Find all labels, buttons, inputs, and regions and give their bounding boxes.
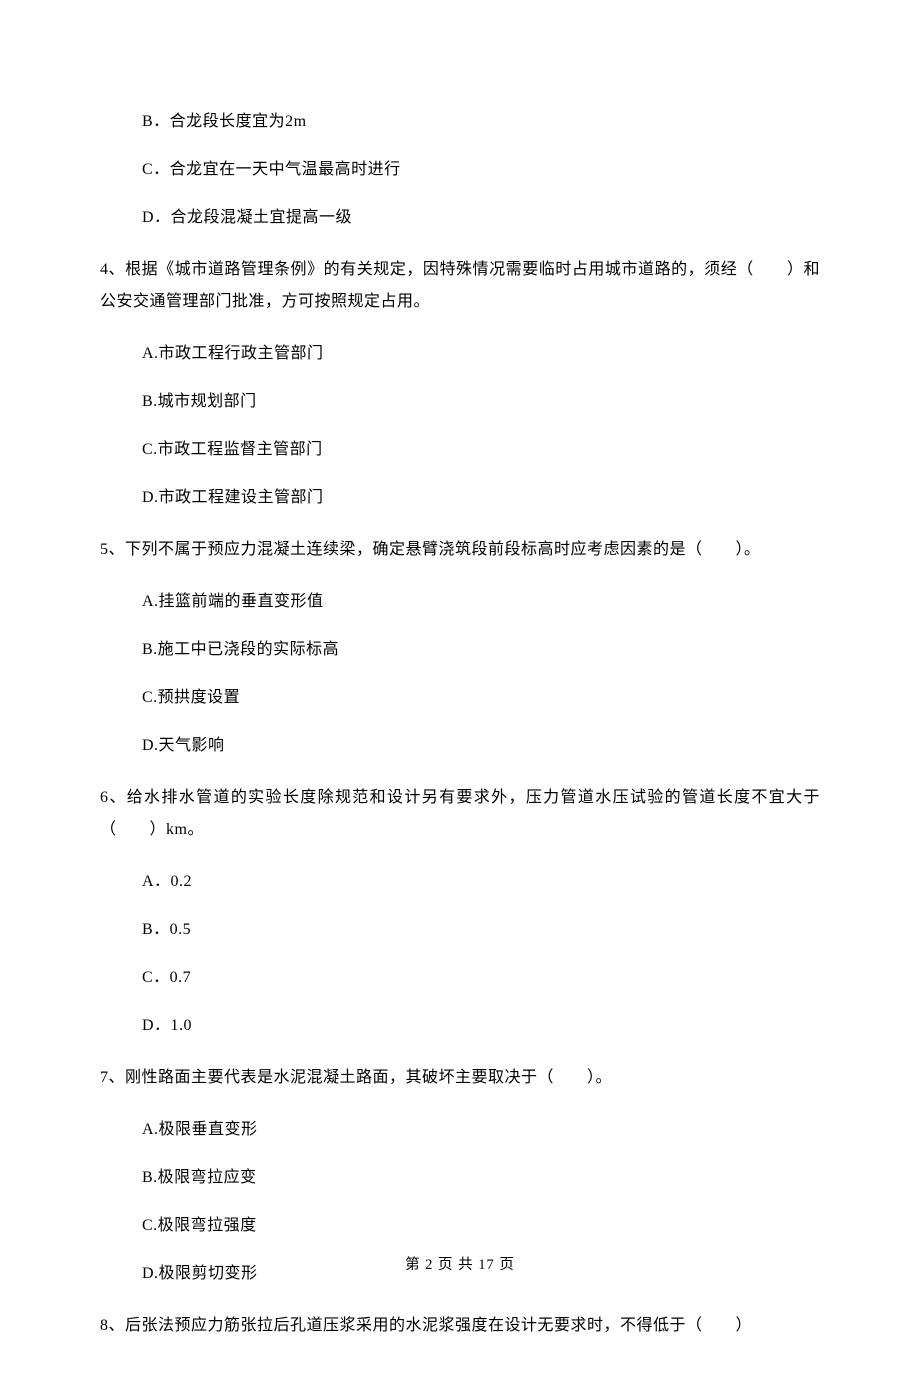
question-option: D.天气影响: [100, 734, 820, 758]
question-option: C.极限弯拉强度: [100, 1214, 820, 1238]
question-option: C.市政工程监督主管部门: [100, 438, 820, 462]
question-option: D．1.0: [100, 1014, 820, 1038]
question-option: A.挂篮前端的垂直变形值: [100, 590, 820, 614]
question-option: A.市政工程行政主管部门: [100, 342, 820, 366]
question-stem: 5、下列不属于预应力混凝土连续梁，确定悬臂浇筑段前段标高时应考虑因素的是（ ）。: [100, 534, 820, 566]
question-option: B.城市规划部门: [100, 390, 820, 414]
page-content: B．合龙段长度宜为2m C．合龙宜在一天中气温最高时进行 D．合龙段混凝土宜提高…: [0, 0, 920, 1382]
question-stem: 6、给水排水管道的实验长度除规范和设计另有要求外，压力管道水压试验的管道长度不宜…: [100, 782, 820, 846]
question-stem: 7、刚性路面主要代表是水泥混凝土路面，其破坏主要取决于（ ）。: [100, 1062, 820, 1094]
question-option: A.极限垂直变形: [100, 1118, 820, 1142]
orphan-option: C．合龙宜在一天中气温最高时进行: [100, 158, 820, 182]
question-option: B．0.5: [100, 918, 820, 942]
orphan-option: D．合龙段混凝土宜提高一级: [100, 206, 820, 230]
page-footer: 第 2 页 共 17 页: [0, 1253, 920, 1274]
question-option: B.施工中已浇段的实际标高: [100, 638, 820, 662]
question-stem: 4、根据《城市道路管理条例》的有关规定，因特殊情况需要临时占用城市道路的，须经（…: [100, 254, 820, 318]
question-option: A．0.2: [100, 870, 820, 894]
orphan-option: B．合龙段长度宜为2m: [100, 110, 820, 134]
question-4: 4、根据《城市道路管理条例》的有关规定，因特殊情况需要临时占用城市道路的，须经（…: [100, 254, 820, 510]
question-6: 6、给水排水管道的实验长度除规范和设计另有要求外，压力管道水压试验的管道长度不宜…: [100, 782, 820, 1038]
question-8: 8、后张法预应力筋张拉后孔道压浆采用的水泥浆强度在设计无要求时，不得低于（ ）: [100, 1310, 820, 1342]
question-option: B.极限弯拉应变: [100, 1166, 820, 1190]
question-5: 5、下列不属于预应力混凝土连续梁，确定悬臂浇筑段前段标高时应考虑因素的是（ ）。…: [100, 534, 820, 758]
question-option: C．0.7: [100, 966, 820, 990]
question-option: D.市政工程建设主管部门: [100, 486, 820, 510]
question-option: C.预拱度设置: [100, 686, 820, 710]
question-stem: 8、后张法预应力筋张拉后孔道压浆采用的水泥浆强度在设计无要求时，不得低于（ ）: [100, 1310, 820, 1342]
